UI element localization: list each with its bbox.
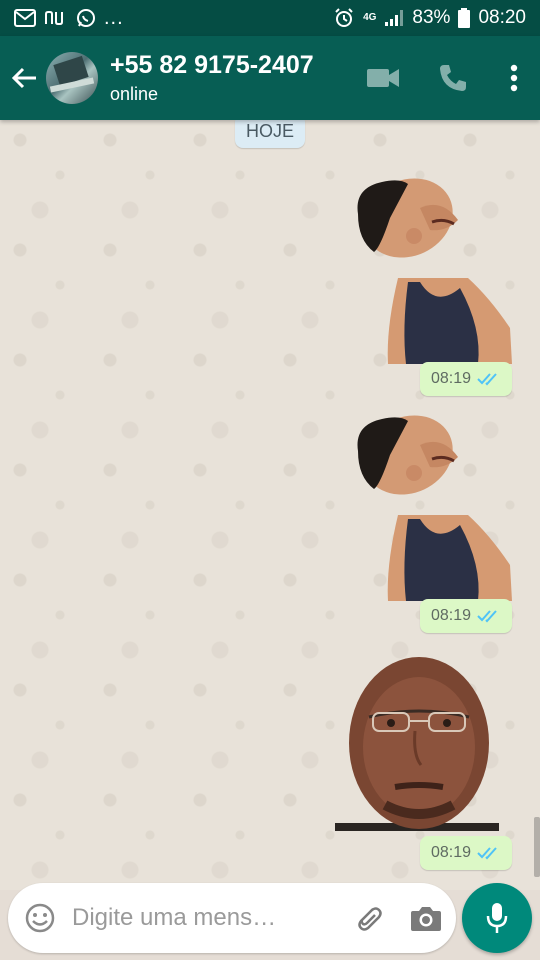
status-bar-right: 4G 83% 08:20 (333, 7, 526, 29)
arrow-left-icon (11, 67, 36, 89)
header-actions (348, 48, 540, 108)
sticker-image-man-face-glasses (335, 657, 499, 831)
sticker-image-man-laughing (357, 415, 512, 601)
message-time: 08:19 (430, 844, 472, 861)
message-meta: 08:19 (420, 836, 512, 870)
whatsapp-notification-icon (76, 8, 96, 28)
message-time: 08:19 (430, 370, 472, 387)
read-ticks-icon (477, 610, 497, 623)
sticker-message[interactable] (335, 655, 499, 831)
emoji-button[interactable] (22, 900, 58, 936)
voice-call-button[interactable] (418, 48, 488, 108)
contact-info[interactable]: +55 82 9175-2407 online (110, 50, 348, 106)
scrollbar-thumb[interactable] (534, 817, 540, 877)
emoji-icon (25, 903, 55, 933)
chat-header: +55 82 9175-2407 online (0, 36, 540, 120)
nubank-icon (44, 10, 68, 26)
phone-icon (440, 65, 466, 91)
sticker-message[interactable] (350, 178, 512, 364)
camera-button[interactable] (408, 900, 444, 936)
status-bar-left: ... (14, 7, 124, 30)
message-time: 08:19 (430, 607, 472, 624)
video-camera-icon (367, 69, 399, 87)
network-type: 4G (363, 12, 377, 23)
signal-icon (384, 9, 404, 27)
read-ticks-icon (477, 847, 497, 860)
alarm-icon (333, 7, 355, 29)
camera-icon (411, 907, 441, 931)
gmail-icon (14, 9, 36, 27)
contact-name: +55 82 9175-2407 (110, 51, 314, 79)
sticker-image-man-laughing (357, 178, 512, 364)
message-input[interactable] (72, 904, 342, 932)
back-button[interactable] (2, 48, 46, 108)
message-input-bar (8, 883, 456, 953)
video-call-button[interactable] (348, 48, 418, 108)
microphone-icon (486, 903, 508, 933)
more-options-button[interactable] (488, 48, 540, 108)
contact-avatar[interactable] (46, 52, 98, 104)
chat-messages[interactable]: HOJE 08:19 08:19 08:19 (0, 120, 540, 890)
message-meta: 08:19 (420, 362, 512, 396)
battery-icon (458, 8, 471, 28)
status-bar: ... 4G 83% 08:20 (0, 0, 540, 36)
paperclip-icon (358, 907, 382, 931)
sticker-message[interactable] (350, 415, 512, 601)
date-divider: HOJE (235, 120, 305, 148)
message-meta: 08:19 (420, 599, 512, 633)
voice-record-button[interactable] (462, 883, 532, 953)
kebab-menu-icon (510, 64, 518, 92)
read-ticks-icon (477, 373, 497, 386)
more-notifications-indicator: ... (104, 6, 124, 29)
battery-percent: 83% (412, 7, 451, 28)
contact-status: online (110, 84, 159, 104)
clock: 08:20 (478, 7, 526, 28)
attach-button[interactable] (350, 900, 386, 936)
input-actions (350, 900, 444, 936)
